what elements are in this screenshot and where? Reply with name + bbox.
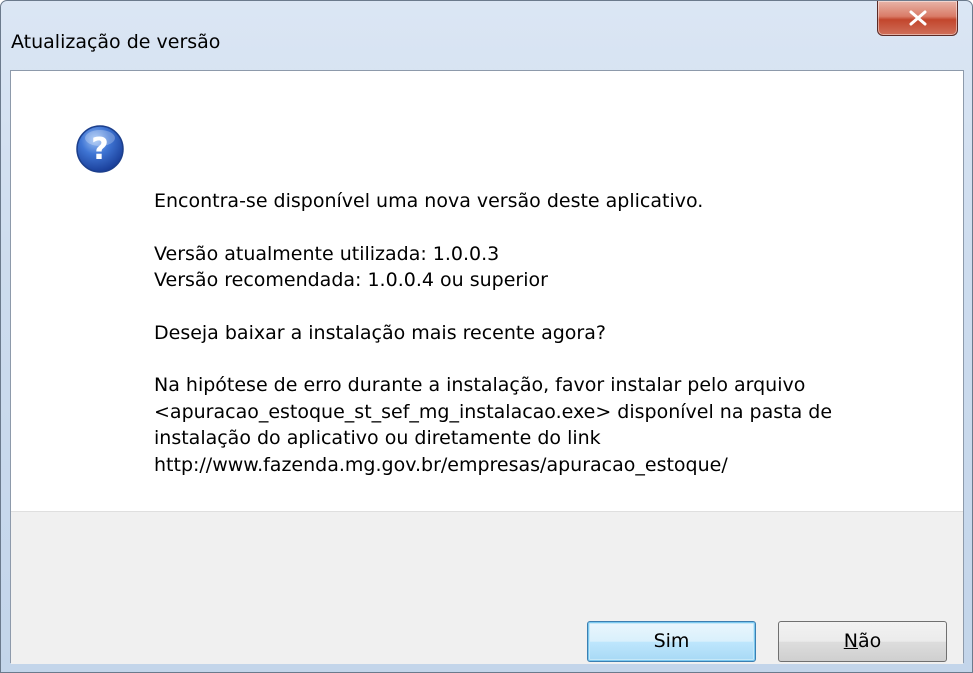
message-text: Encontra-se disponível uma nova versão d…: [154, 188, 944, 478]
dialog-content: ? Encontra-se disponível uma nova versão…: [10, 70, 964, 664]
no-button-accelerator: N: [843, 630, 858, 652]
question-mark-icon: ?: [75, 124, 125, 179]
no-button-label: ão: [857, 630, 882, 652]
window-title: Atualização de versão: [11, 31, 221, 53]
no-button[interactable]: Não: [778, 621, 947, 662]
recommended-version-text: Versão recomendada: 1.0.0.4 ou superior: [154, 269, 548, 291]
intro-text: Encontra-se disponível uma nova versão d…: [154, 190, 704, 212]
close-button[interactable]: [877, 1, 958, 36]
button-bar: Sim Não: [11, 511, 963, 664]
close-x-icon: [909, 10, 927, 26]
dialog-window: Atualização de versão ? Encontra-se disp…: [0, 0, 973, 673]
note-line-2: <apuracao_estoque_st_sef_mg_instalacao.e…: [154, 400, 833, 423]
note-line-1: Na hipótese de erro durante a instalação…: [154, 374, 806, 396]
title-bar[interactable]: Atualização de versão: [1, 1, 972, 69]
yes-button-label: Sim: [653, 630, 690, 652]
yes-button[interactable]: Sim: [587, 621, 756, 662]
note-line-4: http://www.fazenda.mg.gov.br/empresas/ap…: [154, 453, 728, 476]
question-text: Deseja baixar a instalação mais recente …: [154, 321, 606, 344]
current-version-text: Versão atualmente utilizada: 1.0.0.3: [154, 242, 500, 265]
svg-text:?: ?: [91, 132, 108, 167]
note-line-3: instalação do aplicativo ou diretamente …: [154, 427, 601, 449]
